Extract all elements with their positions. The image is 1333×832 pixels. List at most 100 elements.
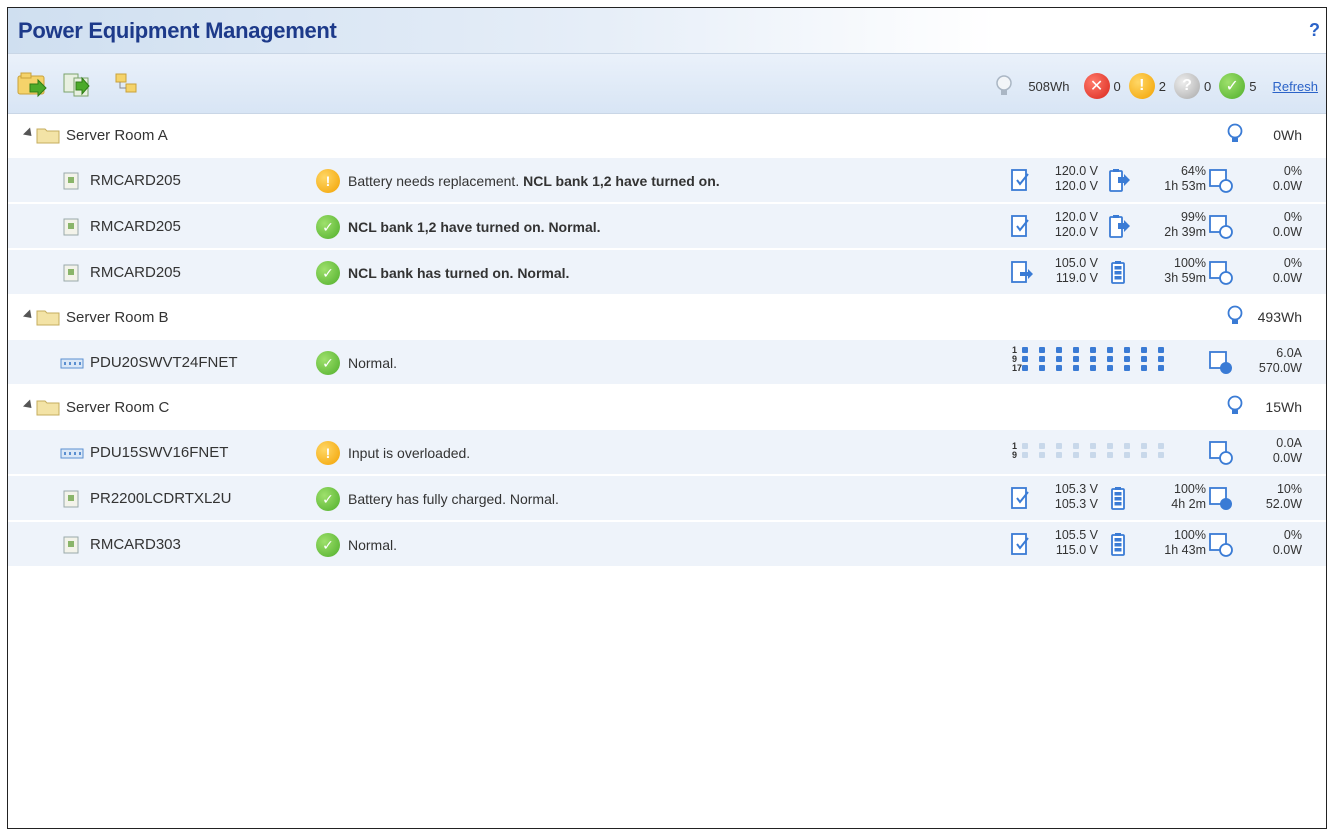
group-energy: 15Wh [1265, 399, 1302, 415]
status-message: Battery has fully charged. Normal. [348, 491, 559, 507]
device-row[interactable]: PR2200LCDRTXL2U ✓ Battery has fully char… [8, 476, 1326, 522]
voltage-icon [1010, 167, 1036, 195]
power-watts: 0.0W [1272, 451, 1302, 465]
battery-charging-icon [1106, 213, 1132, 241]
power-watts: 52.0W [1265, 497, 1302, 511]
normal-status-icon: ✓ [316, 487, 340, 511]
device-row[interactable]: PDU20SWVT24FNET ✓ Normal. 1 9 17 6.0A 57… [8, 340, 1326, 386]
energy-bulb-icon [994, 74, 1014, 98]
voltage-in-icon [1010, 259, 1036, 287]
warning-icon[interactable]: ! [1128, 73, 1155, 99]
current-amps: 6.0A [1276, 346, 1302, 360]
device-name[interactable]: RMCARD303 [90, 536, 181, 553]
device-name[interactable]: RMCARD205 [90, 172, 181, 189]
output-voltage: 119.0 V [1055, 271, 1098, 285]
error-icon[interactable]: ✕ [1083, 73, 1110, 99]
ups-metrics: 105.0 V 119.0 V 100% 3h 59m 0% 0.0W [1004, 253, 1304, 293]
load-icon [1208, 259, 1234, 287]
warning-count: 2 [1158, 78, 1166, 94]
normal-count: 5 [1249, 78, 1257, 94]
output-voltage: 105.3 V [1054, 497, 1098, 511]
device-name[interactable]: PDU20SWVT24FNET [90, 354, 238, 371]
battery-full-icon [1106, 259, 1132, 287]
pdu-metrics: 1 9 0.0A 0.0W [1004, 433, 1304, 473]
refresh-link[interactable]: Refresh [1272, 79, 1318, 94]
group-energy-bulb-icon [1226, 395, 1244, 420]
title-bar: Power Equipment Management ? [8, 8, 1326, 54]
load-percent: 10% [1276, 482, 1302, 496]
device-row[interactable]: RMCARD205 ! Battery needs replacement. N… [8, 158, 1326, 204]
device-name[interactable]: RMCARD205 [90, 264, 181, 281]
runtime: 4h 2m [1171, 497, 1206, 511]
load-percent: 0% [1283, 528, 1302, 542]
collapse-triangle-icon[interactable] [22, 127, 36, 140]
ups-device-icon [60, 218, 82, 236]
runtime: 2h 39m [1164, 225, 1206, 239]
load-meter-icon [1208, 485, 1234, 513]
runtime: 3h 59m [1164, 271, 1206, 285]
battery-percent: 100% [1174, 482, 1206, 496]
status-message: Normal. [348, 537, 398, 553]
load-icon [1208, 531, 1234, 559]
help-button[interactable]: ? [1309, 20, 1320, 41]
input-voltage: 105.0 V [1054, 256, 1098, 270]
input-voltage: 105.5 V [1054, 528, 1098, 542]
load-percent: 0% [1283, 164, 1302, 178]
collapse-triangle-icon[interactable] [22, 399, 36, 412]
device-row[interactable]: RMCARD205 ✓ NCL bank 1,2 have turned on.… [8, 204, 1326, 250]
normal-status-icon: ✓ [316, 261, 340, 285]
pdu-device-icon [60, 444, 84, 462]
normal-status-icon: ✓ [316, 351, 340, 375]
output-voltage: 120.0 V [1054, 225, 1098, 239]
warning-status-icon: ! [316, 169, 340, 193]
power-watts: 0.0W [1272, 271, 1302, 285]
device-name[interactable]: RMCARD205 [90, 218, 181, 235]
folder-icon [36, 308, 60, 326]
device-row[interactable]: RMCARD205 ✓ NCL bank has turned on. Norm… [8, 250, 1326, 296]
load-percent: 0% [1283, 210, 1302, 224]
device-row[interactable]: RMCARD303 ✓ Normal. 105.5 V 115.0 V 100%… [8, 522, 1326, 568]
voltage-icon [1010, 213, 1036, 241]
current-amps: 0.0A [1276, 436, 1302, 450]
group-server-room-a[interactable]: Server Room A 0Wh [8, 114, 1326, 158]
warning-status-icon: ! [316, 441, 340, 465]
pdu-metrics: 1 9 17 6.0A 570.0W [1004, 343, 1304, 383]
group-energy: 493Wh [1257, 309, 1302, 325]
unknown-count: 0 [1204, 78, 1212, 94]
input-voltage: 120.0 V [1054, 164, 1098, 178]
folder-icon [36, 398, 60, 416]
load-percent: 0% [1283, 256, 1302, 270]
load-icon [1208, 213, 1234, 241]
ups-metrics: 120.0 V 120.0 V 99% 2h 39m 0% 0.0W [1004, 207, 1304, 247]
power-equipment-window: Power Equipment Management ? 508Wh ✕ 0 !… [7, 7, 1327, 829]
battery-percent: 100% [1174, 256, 1206, 270]
battery-percent: 64% [1180, 164, 1206, 178]
device-name[interactable]: PDU15SWV16FNET [90, 444, 228, 461]
group-server-room-b[interactable]: Server Room B 493Wh [8, 296, 1326, 340]
page-title: Power Equipment Management [18, 18, 337, 43]
outlet-grid [1022, 347, 1175, 371]
normal-status-icon[interactable]: ✓ [1219, 73, 1246, 99]
power-watts: 0.0W [1272, 225, 1302, 239]
error-count: 0 [1113, 78, 1121, 94]
folder-icon [36, 126, 60, 144]
status-message: NCL bank has turned on. Normal. [348, 265, 570, 281]
device-name[interactable]: PR2200LCDRTXL2U [90, 490, 231, 507]
total-energy: 508Wh [1028, 78, 1070, 94]
output-voltage: 115.0 V [1055, 543, 1098, 557]
tree-view-icon[interactable] [110, 70, 144, 100]
add-device-icon[interactable] [16, 70, 50, 100]
group-server-room-c[interactable]: Server Room C 15Wh [8, 386, 1326, 430]
output-voltage: 120.0 V [1054, 179, 1098, 193]
unknown-status-icon[interactable]: ? [1174, 73, 1200, 99]
outlet-row-labels: 1 9 17 [1012, 345, 1023, 373]
group-energy-bulb-icon [1226, 123, 1244, 148]
battery-full-icon [1106, 531, 1132, 559]
device-row[interactable]: PDU15SWV16FNET ! Input is overloaded. 1 … [8, 430, 1326, 476]
discover-devices-icon[interactable] [60, 70, 94, 100]
normal-status-icon: ✓ [316, 215, 340, 239]
ups-metrics: 105.3 V 105.3 V 100% 4h 2m 10% 52.0W [1004, 479, 1304, 519]
input-voltage: 120.0 V [1054, 210, 1098, 224]
summary-bar: 508Wh ✕ 0 ! 2 ? 0 ✓ 5 Refresh [994, 72, 1318, 100]
collapse-triangle-icon[interactable] [22, 309, 36, 322]
